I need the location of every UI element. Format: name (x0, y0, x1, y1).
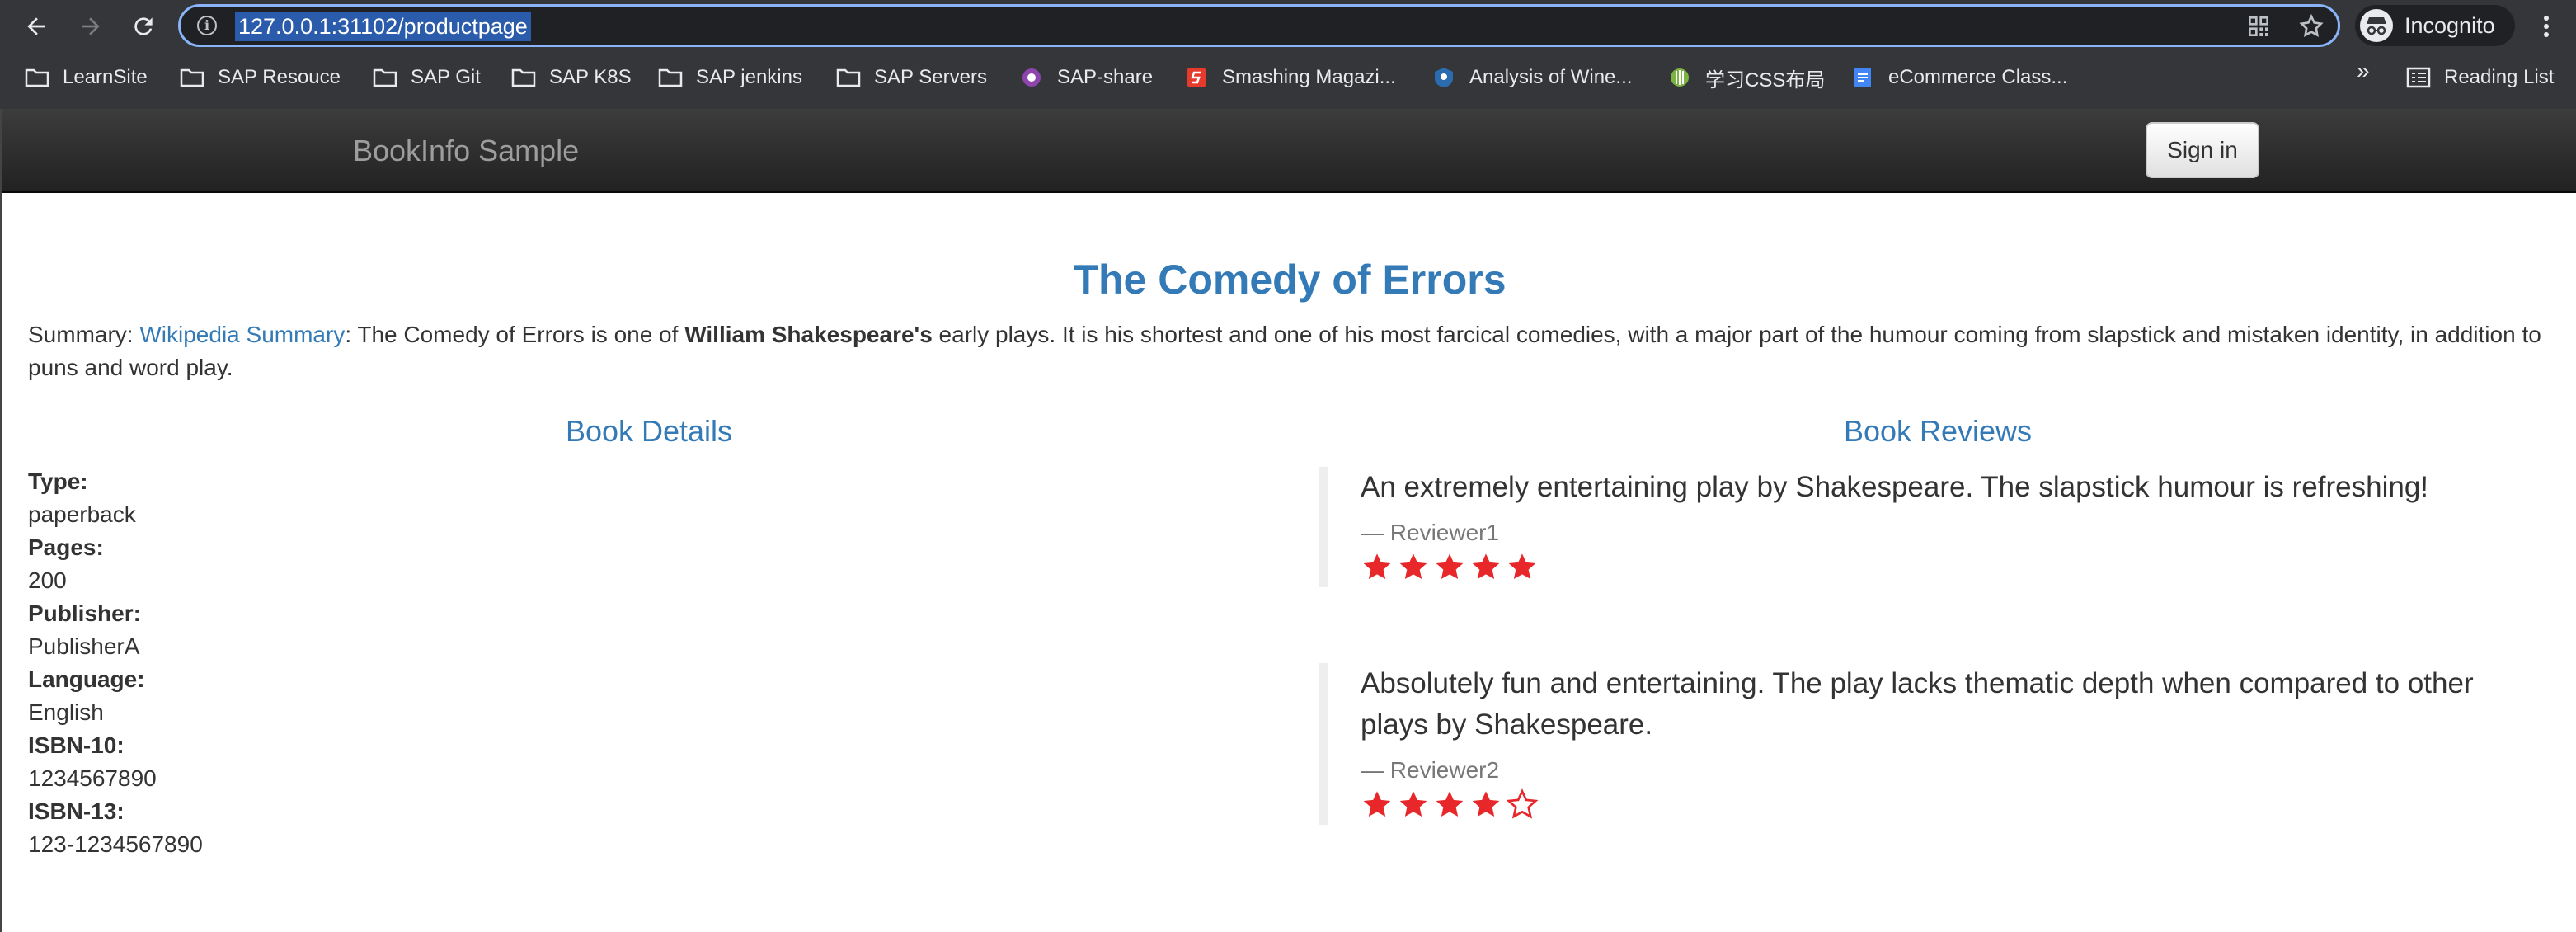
star-filled-icon (1397, 551, 1433, 587)
book-summary: Summary: Wikipedia Summary: The Comedy o… (28, 318, 2560, 384)
bookmark-item[interactable]: Smashing Magazi... (1184, 61, 1396, 94)
detail-value: 200 (28, 567, 67, 593)
detail-label: Publisher: (28, 600, 141, 626)
book-reviews-heading: Book Reviews (1843, 414, 2033, 448)
bookmark-label: SAP-share (1057, 66, 1154, 88)
site-info-icon[interactable]: i (197, 16, 217, 35)
review-item: Absolutely fun and entertaining. The pla… (1319, 663, 2523, 825)
bookmark-item[interactable]: eCommerce Class... (1850, 61, 2067, 94)
detail-label: ISBN-10: (28, 732, 125, 758)
folder-icon (373, 68, 397, 87)
bookmark-item[interactable]: Analysis of Wine... (1431, 61, 1632, 94)
bookmark-item[interactable]: SAP K8S (511, 61, 632, 94)
top-navbar: BookInfo Sample Sign in (2, 109, 2576, 193)
bookmark-label: SAP K8S (549, 66, 632, 88)
book-details-list: Type: paperback Pages: 200 Publisher: Pu… (28, 465, 203, 861)
folder-icon (180, 68, 204, 87)
reading-list-icon (2406, 67, 2431, 88)
reload-icon[interactable] (124, 7, 163, 46)
brand-link[interactable]: BookInfo Sample (353, 134, 579, 168)
bookmark-label: SAP Git (411, 66, 481, 88)
star-filled-icon (1433, 788, 1469, 825)
summary-prefix: Summary: (28, 322, 140, 347)
bookmark-item[interactable]: SAP-share (1019, 61, 1153, 94)
incognito-icon (2360, 9, 2393, 42)
star-rating (1361, 551, 2523, 587)
detail-value: PublisherA (28, 633, 140, 659)
review-item: An extremely entertaining play by Shakes… (1319, 467, 2523, 587)
review-author: — Reviewer2 (1361, 757, 1500, 783)
analysis-favicon (1435, 68, 1453, 87)
star-empty-icon (1506, 788, 1542, 825)
detail-value: 123-1234567890 (28, 831, 203, 857)
detail-value: paperback (28, 501, 136, 527)
folder-icon (658, 68, 683, 87)
browser-chrome: i 127.0.0.1:31102/productpage Incognito … (0, 0, 2576, 109)
profile-label: Incognito (2404, 13, 2495, 38)
detail-value: English (28, 699, 104, 725)
folder-icon (25, 68, 49, 87)
summary-author: William Shakespeare's (684, 322, 933, 347)
detail-label: Language: (28, 666, 145, 692)
css-layout-favicon (1671, 68, 1689, 87)
sign-in-button[interactable]: Sign in (2146, 122, 2259, 178)
url-text[interactable]: 127.0.0.1:31102/productpage (235, 12, 531, 41)
book-title: The Comedy of Errors (1073, 257, 1507, 303)
detail-label: Type: (28, 468, 88, 494)
sap-share-favicon (1022, 68, 1041, 87)
star-filled-icon (1397, 788, 1433, 825)
folder-icon (511, 68, 536, 87)
star-filled-icon (1361, 788, 1397, 825)
bookmark-label: SAP Servers (874, 66, 987, 88)
summary-text: : The Comedy of Errors is one of (345, 322, 685, 347)
star-filled-icon (1361, 551, 1397, 587)
star-filled-icon (1433, 551, 1469, 587)
address-bar[interactable]: i 127.0.0.1:31102/productpage (178, 4, 2340, 47)
review-text: Absolutely fun and entertaining. The pla… (1361, 667, 2474, 741)
bookmark-label: eCommerce Class... (1888, 66, 2068, 88)
bookmark-item[interactable]: SAP jenkins (658, 61, 802, 94)
bookmark-item[interactable]: SAP Servers (836, 61, 987, 94)
browser-toolbar: i 127.0.0.1:31102/productpage Incognito (0, 0, 2576, 53)
bookmarks-bar: LearnSite SAP Resouce SAP Git SAP K8S SA… (0, 56, 2576, 99)
bookmark-label: 学习CSS布局 (1705, 68, 1826, 92)
forward-icon[interactable] (71, 7, 110, 46)
bookmark-label: SAP jenkins (696, 66, 802, 88)
bookmark-star-icon[interactable] (2298, 13, 2325, 40)
detail-label: ISBN-13: (28, 798, 125, 824)
smashing-favicon (1187, 68, 1206, 87)
star-rating (1361, 788, 2523, 825)
bookmark-item[interactable]: SAP Resouce (180, 61, 341, 94)
bookmark-label: LearnSite (63, 66, 148, 88)
reading-list-button[interactable]: Reading List (2406, 61, 2554, 94)
star-filled-icon (1469, 788, 1506, 825)
bookmark-item[interactable]: 学习CSS布局 (1667, 61, 1825, 94)
book-details-heading: Book Details (565, 414, 733, 448)
bookmark-label: Analysis of Wine... (1469, 66, 1633, 88)
back-icon[interactable] (16, 7, 56, 46)
reading-list-label: Reading List (2444, 66, 2555, 88)
bookmark-item[interactable]: LearnSite (25, 61, 148, 94)
bookmarks-overflow-button[interactable]: » (2357, 58, 2370, 84)
detail-value: 1234567890 (28, 765, 157, 791)
qr-code-icon[interactable] (2245, 13, 2272, 40)
star-filled-icon (1469, 551, 1506, 587)
detail-label: Pages: (28, 534, 104, 560)
incognito-profile-button[interactable]: Incognito (2355, 5, 2515, 46)
wikipedia-summary-link[interactable]: Wikipedia Summary (139, 322, 345, 347)
bookmark-label: Smashing Magazi... (1222, 66, 1396, 88)
review-author: — Reviewer1 (1361, 520, 1500, 545)
page-content: BookInfo Sample Sign in The Comedy of Er… (0, 109, 2576, 932)
review-text: An extremely entertaining play by Shakes… (1361, 471, 2429, 503)
bookmark-item[interactable]: SAP Git (373, 61, 481, 94)
bookmark-label: SAP Resouce (218, 66, 341, 88)
folder-icon (836, 68, 861, 87)
star-filled-icon (1506, 551, 1542, 587)
browser-menu-icon[interactable] (2536, 10, 2556, 43)
docs-favicon (1854, 68, 1871, 87)
